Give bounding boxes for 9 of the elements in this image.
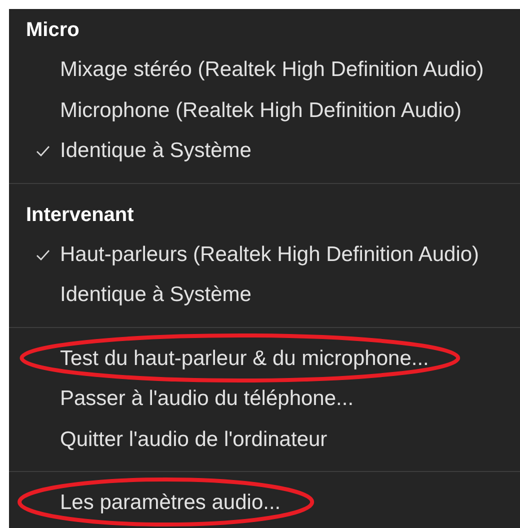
menu-item[interactable]: Mixage stéréo (Realtek High Definition Audio) [60, 58, 484, 82]
section-header: Intervenant [25, 202, 135, 228]
section-header: Micro [25, 18, 80, 43]
menu-item[interactable]: Passer à l'audio du téléphone... [60, 387, 354, 410]
menu-item[interactable]: Identique à Système [60, 283, 252, 306]
menu-item[interactable]: Microphone (Realtek High Definition Audio) [60, 98, 462, 122]
menu-item[interactable]: Quitter l'audio de l'ordinateur [60, 428, 328, 451]
menu-item[interactable]: Identique à Système [60, 139, 252, 162]
menu-item[interactable]: Haut-parleurs (Realtek High Definition Audio) [60, 242, 480, 266]
